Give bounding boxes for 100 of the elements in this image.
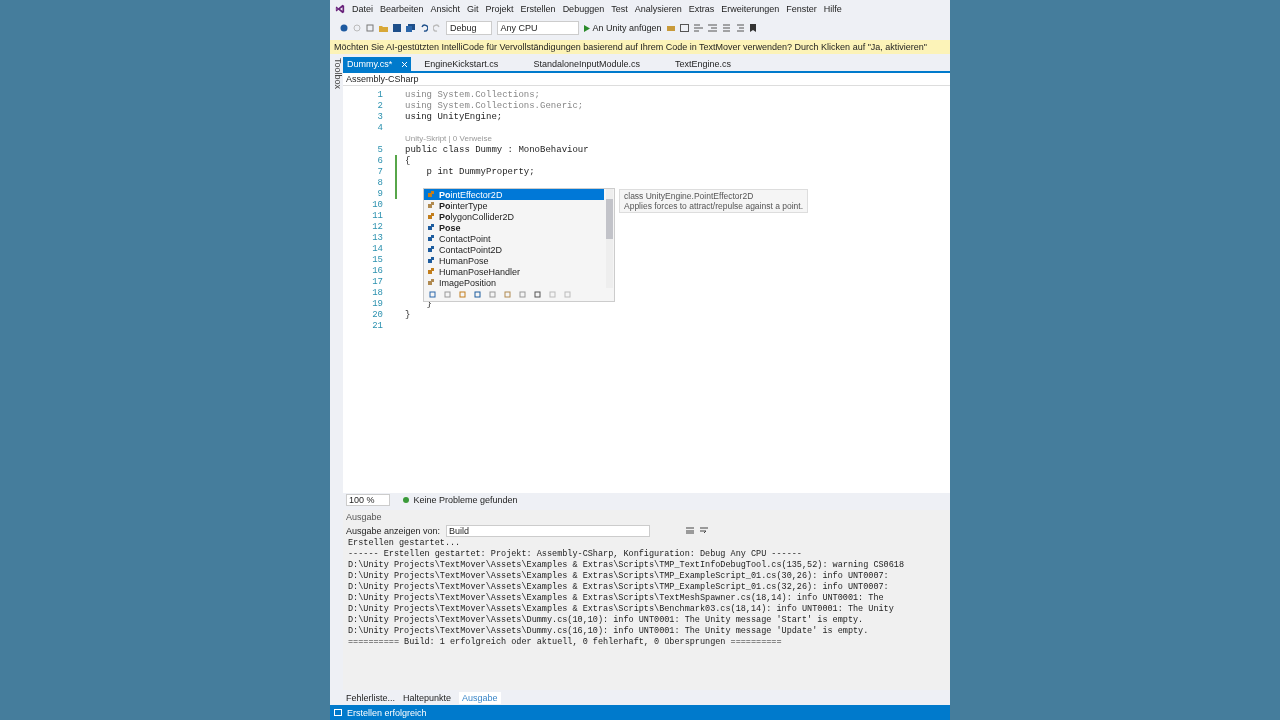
code-line: p int DummyProperty;	[425, 166, 535, 177]
filter-icon[interactable]	[444, 291, 451, 298]
completion-item[interactable]: PointerType	[424, 200, 604, 211]
completion-item[interactable]: HumanPose	[424, 255, 604, 266]
output-line: D:\Unity Projects\TextMover\Assets\Examples & Extras\Scripts\Benchmark03.cs(18,14): info UNT0001: The Unity	[348, 604, 895, 615]
wrap-icon[interactable]	[700, 527, 709, 534]
close-icon[interactable]	[402, 61, 408, 67]
line-number: 20	[371, 309, 384, 320]
file-tab[interactable]: TextEngine.cs	[670, 57, 735, 71]
menu-item[interactable]: Test	[611, 4, 628, 14]
filter-icon[interactable]	[534, 291, 541, 298]
file-tab[interactable]: EngineKickstart.cs	[420, 57, 503, 71]
new-file-icon[interactable]	[366, 24, 374, 32]
zoom-dropdown[interactable]: 100 %	[346, 494, 390, 506]
logo-icon	[335, 4, 345, 14]
completion-item[interactable]: ContactPoint2D	[424, 244, 604, 255]
toolbox-tab[interactable]: Toolbox	[330, 54, 343, 90]
menu-item[interactable]: Bearbeiten	[380, 4, 424, 14]
uncomment-icon[interactable]	[735, 24, 745, 32]
redo-icon[interactable]	[433, 24, 441, 32]
output-line: D:\Unity Projects\TextMover\Assets\Dummy.cs(16,10): info UNT0001: The Unity message 'Update' is empty.	[348, 626, 870, 637]
save-all-icon[interactable]	[406, 24, 415, 32]
tooltip-description: Applies forces to attract/repulse against a point.	[624, 201, 804, 211]
forward-icon[interactable]	[353, 24, 361, 32]
bookmark-icon[interactable]	[749, 24, 756, 32]
menu-item[interactable]: Git	[467, 4, 479, 14]
completion-item[interactable]: ImagePosition	[424, 277, 604, 288]
line-number: 8	[376, 177, 384, 188]
comment-icon[interactable]	[721, 24, 731, 32]
menu-item[interactable]: Erstellen	[520, 4, 556, 14]
line-number: 6	[376, 155, 384, 166]
panel-title: Ausgabe	[346, 511, 382, 522]
class-icon	[428, 268, 435, 275]
filter-icon[interactable]	[459, 291, 466, 298]
output-line: ------ Erstellen gestartet: Projekt: Assembly-CSharp, Konfiguration: Debug Any CPU ------	[348, 549, 803, 560]
output-line: D:\Unity Projects\TextMover\Assets\Examples & Extras\Scripts\TMP_TextInfoDebugTool.cs(135,52): warning CS0618	[348, 560, 905, 571]
filter-icon[interactable]	[504, 291, 511, 298]
menu-item[interactable]: Datei	[352, 4, 373, 14]
file-tab[interactable]: Dummy.cs*	[343, 57, 412, 71]
completion-item[interactable]: HumanPoseHandler	[424, 266, 604, 277]
line-number: 7	[376, 166, 384, 177]
panel-tab[interactable]: Haltepunkte	[403, 692, 452, 703]
output-line: ========== Build: 1 erfolgreich oder aktuell, 0 fehlerhaft, 0 übersprungen ==========	[348, 637, 783, 648]
status-text: Erstellen erfolgreich	[347, 707, 427, 718]
problems-status[interactable]: Keine Probleme gefunden	[413, 495, 518, 505]
platform-dropdown[interactable]: Any CPU	[496, 21, 579, 35]
enum-icon	[428, 279, 435, 286]
align-icon[interactable]	[707, 24, 717, 32]
line-number: 12	[371, 221, 384, 232]
menu-item[interactable]: Analysieren	[634, 4, 682, 14]
output-line: Erstellen gestartet...	[348, 538, 462, 549]
line-number: 14	[371, 243, 384, 254]
filter-icon[interactable]	[489, 291, 496, 298]
code-line: using System.Collections;	[405, 89, 541, 100]
line-number: 3	[376, 111, 384, 122]
struct-icon	[428, 246, 435, 253]
line-number: 19	[371, 298, 384, 309]
attach-button[interactable]: An Unity anfügen	[583, 23, 662, 33]
class-icon	[428, 213, 435, 220]
code-line: using UnityEngine;	[405, 111, 503, 122]
line-number: 21	[371, 320, 384, 331]
back-icon[interactable]	[340, 24, 348, 32]
menu-item[interactable]: Fenster	[786, 4, 817, 14]
check-icon	[402, 497, 409, 503]
line-number: 5	[376, 144, 384, 155]
menu-item[interactable]: Debuggen	[562, 4, 605, 14]
menu-item[interactable]: Ansicht	[430, 4, 461, 14]
struct-icon	[428, 257, 435, 264]
source-dropdown[interactable]: Build	[446, 524, 651, 537]
menu-item[interactable]: Erweiterungen	[721, 4, 780, 14]
panel-tab[interactable]: Ausgabe	[459, 691, 501, 704]
menu-item[interactable]: Extras	[688, 4, 715, 14]
play-icon	[583, 24, 590, 32]
line-number: 15	[371, 254, 384, 265]
filter-icon[interactable]	[429, 291, 436, 298]
completion-item[interactable]: Pose	[424, 222, 604, 233]
code-line: public class Dummy : MonoBehaviour	[405, 144, 589, 155]
completion-item[interactable]: PolygonCollider2D	[424, 211, 604, 222]
output-line: D:\Unity Projects\TextMover\Assets\Examples & Extras\Scripts\TMP_ExampleScript_01.cs(32,26): info UNT0007:	[348, 582, 890, 593]
line-number: 16	[371, 265, 384, 276]
filter-icon[interactable]	[519, 291, 526, 298]
output-line: D:\Unity Projects\TextMover\Assets\Dummy.cs(10,10): info UNT0001: The Unity message 'Start' is empty.	[348, 615, 865, 626]
file-tab[interactable]: StandaloneInputModule.cs	[529, 57, 644, 71]
project-dropdown[interactable]: Assembly-CSharp	[343, 74, 419, 84]
completion-item[interactable]: ContactPoint	[424, 233, 604, 244]
menu-item[interactable]: Hilfe	[823, 4, 842, 14]
completion-item[interactable]: PointEffector2D	[424, 189, 604, 200]
line-number: 13	[371, 232, 384, 243]
align-icon[interactable]	[693, 24, 703, 32]
line-number: 10	[371, 199, 384, 210]
code-line: using System.Collections.Generic;	[405, 100, 584, 111]
undo-icon[interactable]	[420, 24, 428, 32]
configuration-dropdown[interactable]: Debug	[446, 21, 492, 35]
menu-item[interactable]: Projekt	[485, 4, 514, 14]
enum-icon	[428, 202, 435, 209]
filter-icon[interactable]	[474, 291, 481, 298]
folder-icon[interactable]	[379, 24, 388, 32]
build-icon	[334, 709, 342, 716]
scrollbar[interactable]	[606, 189, 613, 288]
panel-tab[interactable]: Fehlerliste...	[346, 692, 396, 703]
